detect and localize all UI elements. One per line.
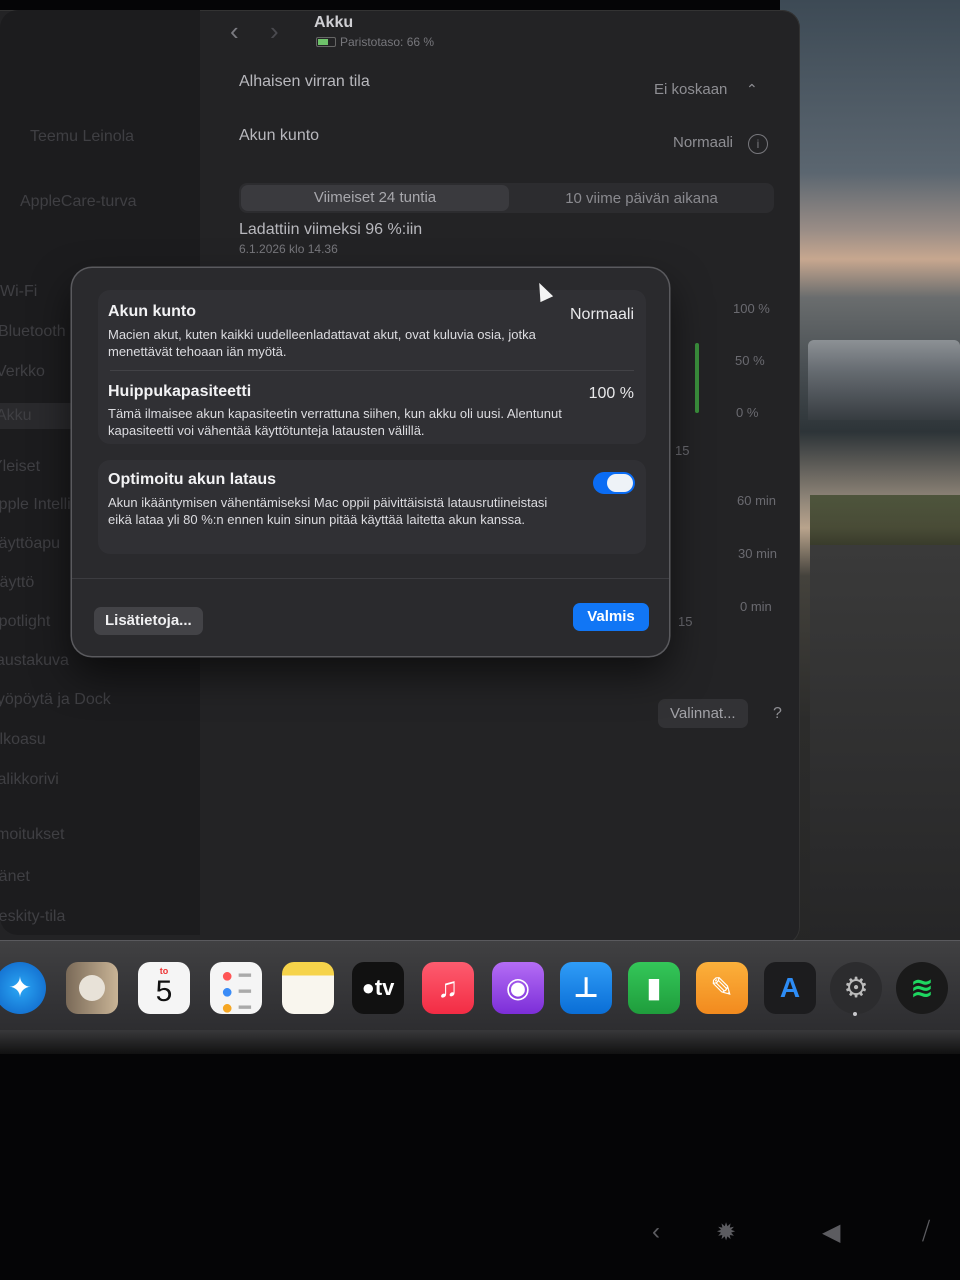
system-settings-icon[interactable]: ⚙: [830, 962, 882, 1014]
reminders-icon[interactable]: ● ━ ● ━ ● ━: [210, 962, 262, 1018]
dialog-capacity-value: 100 %: [588, 385, 634, 402]
sidebar-item-displays[interactable]: Näyttö: [0, 574, 34, 592]
numbers-icon[interactable]: ▮: [628, 962, 680, 1014]
last-charged-text: Ladattiin viimeksi 96 %:iin: [239, 221, 423, 238]
battery-level-icon: [316, 37, 336, 47]
calendar-day: 5: [155, 975, 173, 1008]
sidebar-item-bluetooth[interactable]: Bluetooth: [0, 323, 66, 341]
sidebar-item-sounds[interactable]: Äänet: [0, 868, 30, 886]
info-icon[interactable]: i: [748, 134, 768, 154]
axis-tick-15: 15: [675, 443, 690, 458]
music-icon[interactable]: ♫: [422, 962, 474, 1014]
sidebar-item-spotlight[interactable]: Spotlight: [0, 613, 50, 631]
dialog-divider: [72, 578, 669, 579]
help-button[interactable]: ?: [773, 705, 782, 723]
podcasts-icon[interactable]: ◉: [492, 962, 544, 1014]
apple-logo-icon: ●: [361, 975, 375, 1000]
tab-last-10-days[interactable]: 10 viime päivän aikana: [511, 185, 772, 211]
wallpaper-boats: [808, 340, 960, 420]
sidebar-item-notifications[interactable]: Ilmoitukset: [0, 826, 64, 844]
notes-icon[interactable]: [282, 962, 334, 1014]
wallpaper-road: [810, 545, 960, 940]
tv-label: tv: [374, 975, 395, 1000]
toggle-knob: [607, 474, 633, 492]
sidebar-item-applecare[interactable]: AppleCare-turva: [20, 193, 137, 211]
screen-bezel: [0, 1030, 960, 1054]
sidebar-item-accessibility[interactable]: Käyttöapu: [0, 535, 60, 553]
dialog-health-value: Normaali: [569, 306, 634, 323]
sidebar-item-account[interactable]: Teemu Leinola: [30, 128, 134, 146]
sidebar-item-network[interactable]: Verkko: [0, 363, 45, 381]
tab-last-24-hours[interactable]: Viimeiset 24 tuntia: [241, 185, 509, 211]
dialog-capacity-title: Huippukapasiteetti: [108, 383, 252, 400]
sidebar-item-general[interactable]: Yleiset: [0, 458, 40, 476]
axis-label-0: 0 %: [736, 405, 759, 420]
options-button[interactable]: Valinnat...: [658, 699, 748, 728]
axis-tick-15-bottom: 15: [678, 614, 693, 629]
optimized-charging-card: Optimoitu akun lataus Akun ikääntymisen …: [98, 460, 646, 554]
last-charged-date: 6.1.2026 klo 14.36: [239, 242, 338, 256]
axis-label-0min: 0 min: [740, 599, 772, 614]
axis-label-100: 100 %: [733, 301, 770, 316]
low-power-select[interactable]: Ei koskaan: [654, 81, 727, 98]
forward-arrow-icon[interactable]: ›: [270, 16, 279, 47]
battery-health-value: Normaali: [673, 134, 734, 151]
health-info-card: Akun kunto Normaali Macien akut, kuten k…: [98, 290, 646, 444]
sidebar-item-appearance[interactable]: Ulkoasu: [0, 731, 46, 749]
sidebar-item-menu-bar[interactable]: Valikkorivi: [0, 771, 59, 789]
sidebar-item-focus[interactable]: Keskity-tila: [0, 908, 65, 926]
axis-label-50: 50 %: [735, 353, 765, 368]
keynote-icon[interactable]: ⊥: [560, 962, 612, 1014]
app-store-icon[interactable]: A: [764, 962, 816, 1014]
spotify-icon[interactable]: ≋: [896, 962, 948, 1014]
battery-level-text: Paristotaso: 66 %: [340, 35, 435, 49]
dialog-health-title: Akun kunto: [108, 303, 196, 320]
usage-range-tabs: Viimeiset 24 tuntia 10 viime päivän aika…: [239, 183, 774, 213]
battery-health-dialog: Akun kunto Normaali Macien akut, kuten k…: [72, 268, 669, 656]
page-title: Akku: [314, 14, 354, 31]
done-button[interactable]: Valmis: [573, 603, 649, 631]
sidebar-item-wallpaper[interactable]: Taustakuva: [0, 652, 69, 670]
back-arrow-icon[interactable]: ‹: [230, 16, 239, 47]
mute-icon[interactable]: ⧸: [922, 1218, 930, 1246]
dialog-health-description: Macien akut, kuten kaikki uudelleenladat…: [108, 327, 536, 359]
low-power-label: Alhaisen virran tila: [239, 73, 370, 90]
dialog-capacity-description: Tämä ilmaisee akun kapasiteetin verrattu…: [108, 406, 562, 438]
card-divider: [110, 370, 634, 371]
battery-level-bar: [695, 343, 699, 413]
calendar-month: to: [159, 966, 169, 976]
pages-icon[interactable]: ✎: [696, 962, 748, 1014]
chevron-left-icon[interactable]: ‹: [652, 1218, 660, 1246]
battery-health-label: Akun kunto: [239, 127, 320, 144]
axis-label-60min: 60 min: [737, 493, 777, 508]
volume-icon[interactable]: ◀: [822, 1218, 840, 1247]
more-info-button[interactable]: Lisätietoja...: [94, 607, 203, 635]
optimized-charging-toggle[interactable]: [593, 472, 635, 494]
brightness-icon[interactable]: ✹: [716, 1218, 736, 1247]
calendar-icon[interactable]: to 5: [138, 962, 190, 1014]
contacts-icon[interactable]: [66, 962, 118, 1014]
apple-tv-icon[interactable]: ●tv: [352, 962, 404, 1014]
dialog-optimized-description: Akun ikääntymisen vähentämiseksi Mac opp…: [108, 495, 548, 527]
sidebar-item-wifi[interactable]: Wi-Fi: [0, 283, 37, 301]
sidebar-item-desktop-dock[interactable]: Työpöytä ja Dock: [0, 691, 111, 709]
updown-chevron-icon[interactable]: ⌃: [746, 81, 758, 98]
running-indicator: [853, 1012, 857, 1016]
axis-label-30min: 30 min: [738, 546, 778, 561]
dialog-optimized-title: Optimoitu akun lataus: [108, 471, 277, 488]
